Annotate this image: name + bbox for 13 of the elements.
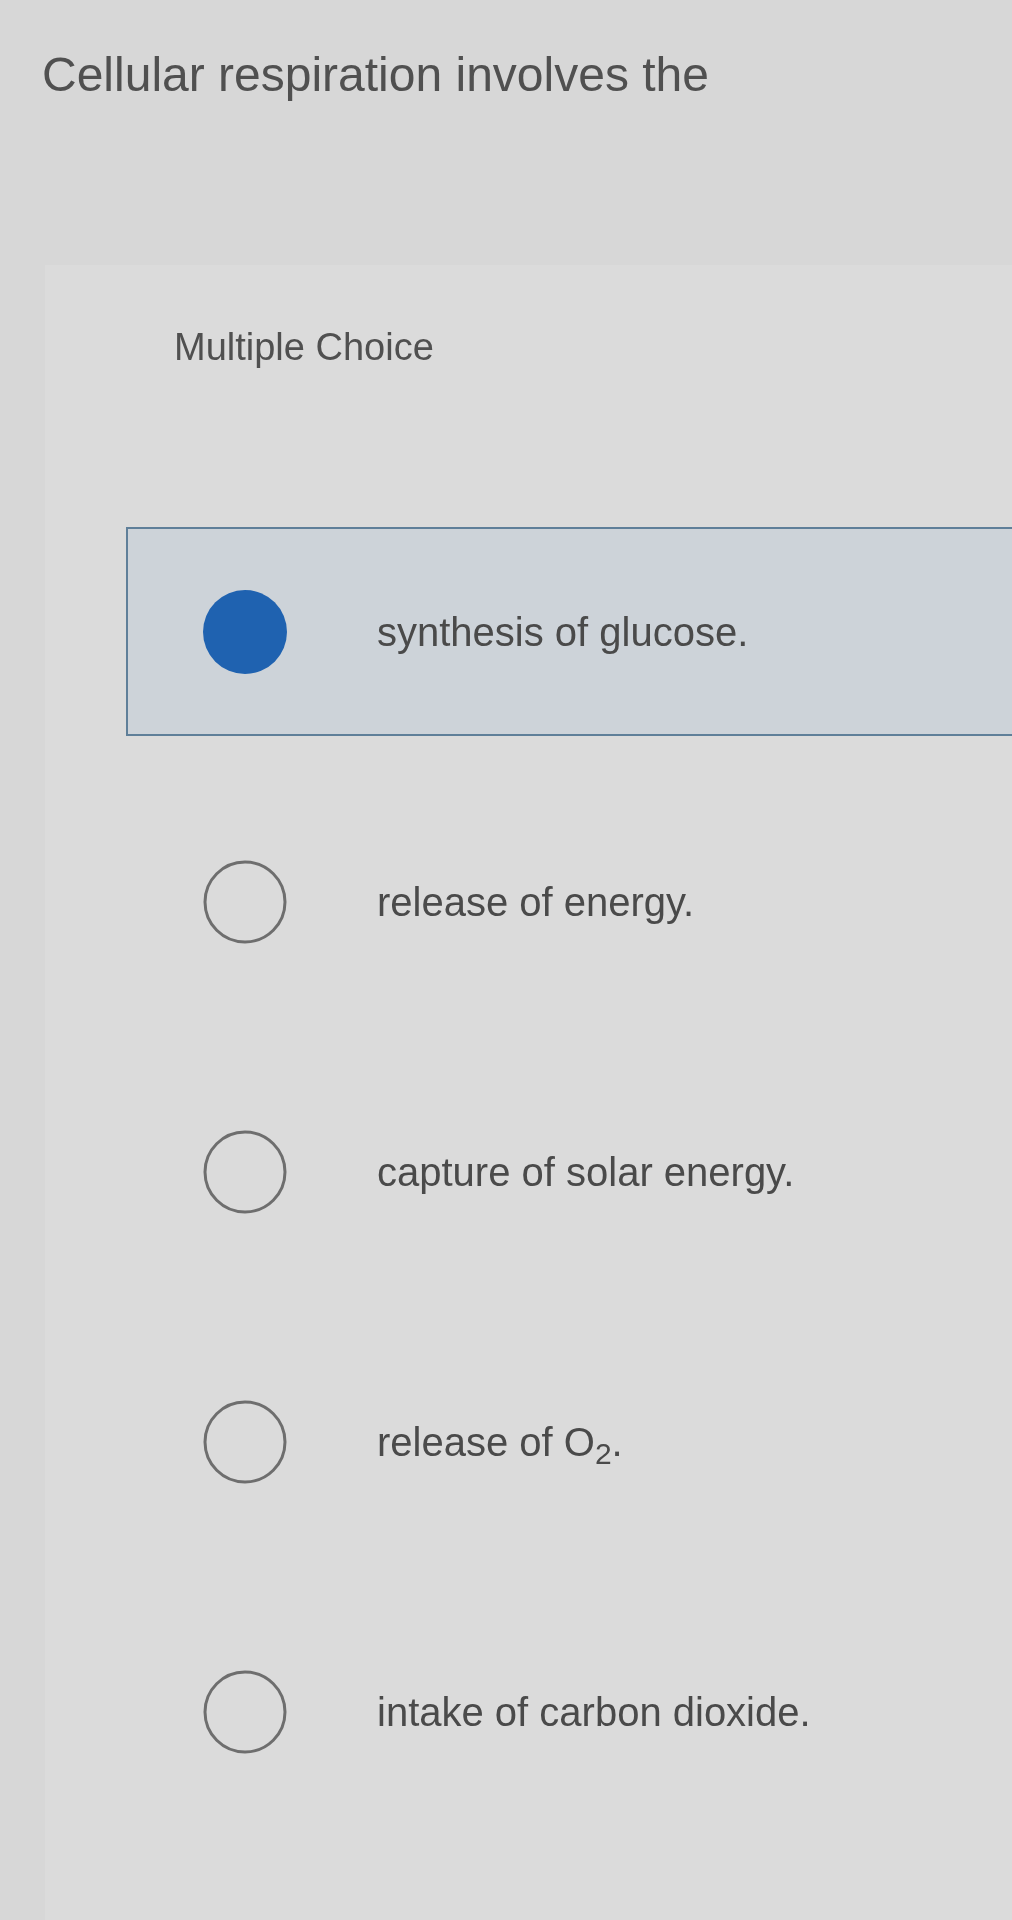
radio-button[interactable] — [203, 589, 287, 674]
option-text: synthesis of glucose. — [377, 608, 749, 656]
radio-button[interactable] — [203, 1399, 287, 1484]
radio-button[interactable] — [203, 1129, 287, 1214]
question-text: Cellular respiration involves the — [42, 47, 709, 103]
radio-button[interactable] — [203, 859, 287, 944]
option-text: release of O$_{2}$. — [377, 1418, 623, 1466]
question-type-label: Multiple Choice — [174, 325, 434, 370]
option-text: capture of solar energy. — [377, 1148, 795, 1196]
radio-button[interactable] — [203, 1669, 287, 1754]
option-text: release of energy. — [377, 878, 695, 926]
option-text: intake of carbon dioxide. — [377, 1688, 811, 1736]
answer-option[interactable]: synthesis of glucose. — [126, 527, 1012, 736]
